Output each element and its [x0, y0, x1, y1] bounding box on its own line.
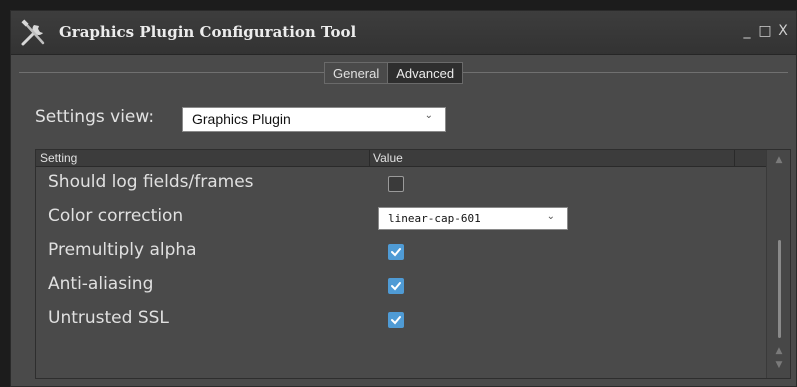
- setting-row-log-fields: Should log fields/frames: [36, 167, 767, 201]
- setting-row-anti-aliasing: Anti-aliasing: [36, 269, 767, 303]
- setting-label: Color correction: [48, 206, 184, 226]
- color-correction-dropdown[interactable]: linear-cap-601 ⌄: [378, 207, 568, 230]
- title-bar[interactable]: Graphics Plugin Configuration Tool _ □ X: [11, 11, 796, 55]
- tools-icon: [21, 19, 45, 46]
- vertical-scrollbar[interactable]: ▲ ▲ ▼: [766, 150, 790, 378]
- column-divider[interactable]: [369, 150, 370, 166]
- color-correction-value: linear-cap-601: [388, 212, 481, 225]
- scroll-up-arrow-icon[interactable]: ▲: [774, 346, 784, 356]
- grid-header: Setting Value: [36, 150, 767, 167]
- setting-row-premultiply-alpha: Premultiply alpha: [36, 235, 767, 269]
- scroll-down-arrow-icon[interactable]: ▼: [774, 360, 784, 370]
- setting-row-untrusted-ssl: Untrusted SSL: [36, 303, 767, 337]
- log-fields-checkbox[interactable]: [388, 176, 404, 192]
- close-button[interactable]: X: [776, 23, 790, 39]
- header-setting[interactable]: Setting: [40, 151, 77, 165]
- setting-label: Anti-aliasing: [48, 274, 154, 294]
- minimize-button[interactable]: _: [740, 23, 754, 39]
- maximize-button[interactable]: □: [758, 23, 772, 39]
- anti-aliasing-checkbox[interactable]: [388, 278, 404, 294]
- scroll-up-arrow-icon[interactable]: ▲: [774, 155, 784, 165]
- checkmark-icon: [391, 316, 401, 325]
- settings-view-label: Settings view:: [35, 107, 155, 127]
- untrusted-ssl-checkbox[interactable]: [388, 312, 404, 328]
- settings-view-value: Graphics Plugin: [192, 111, 291, 127]
- setting-label: Untrusted SSL: [48, 308, 169, 328]
- column-divider[interactable]: [734, 150, 735, 166]
- setting-label: Premultiply alpha: [48, 240, 197, 260]
- premultiply-alpha-checkbox[interactable]: [388, 244, 404, 260]
- header-value[interactable]: Value: [373, 151, 403, 165]
- config-window: Graphics Plugin Configuration Tool _ □ X…: [10, 10, 797, 387]
- setting-row-color-correction: Color correction linear-cap-601 ⌄: [36, 201, 767, 235]
- setting-label: Should log fields/frames: [48, 172, 254, 192]
- settings-grid: Setting Value Should log fields/frames C…: [35, 149, 791, 379]
- checkmark-icon: [391, 282, 401, 291]
- chevron-down-icon: ⌄: [546, 211, 555, 222]
- chevron-down-icon: ⌄: [424, 110, 433, 121]
- checkmark-icon: [391, 248, 401, 257]
- window-title: Graphics Plugin Configuration Tool: [59, 23, 357, 41]
- tab-bar: General Advanced: [324, 62, 464, 84]
- tab-advanced[interactable]: Advanced: [387, 62, 464, 84]
- tab-general[interactable]: General: [324, 62, 388, 84]
- scrollbar-thumb[interactable]: [778, 240, 781, 338]
- settings-view-dropdown[interactable]: Graphics Plugin ⌄: [182, 107, 446, 132]
